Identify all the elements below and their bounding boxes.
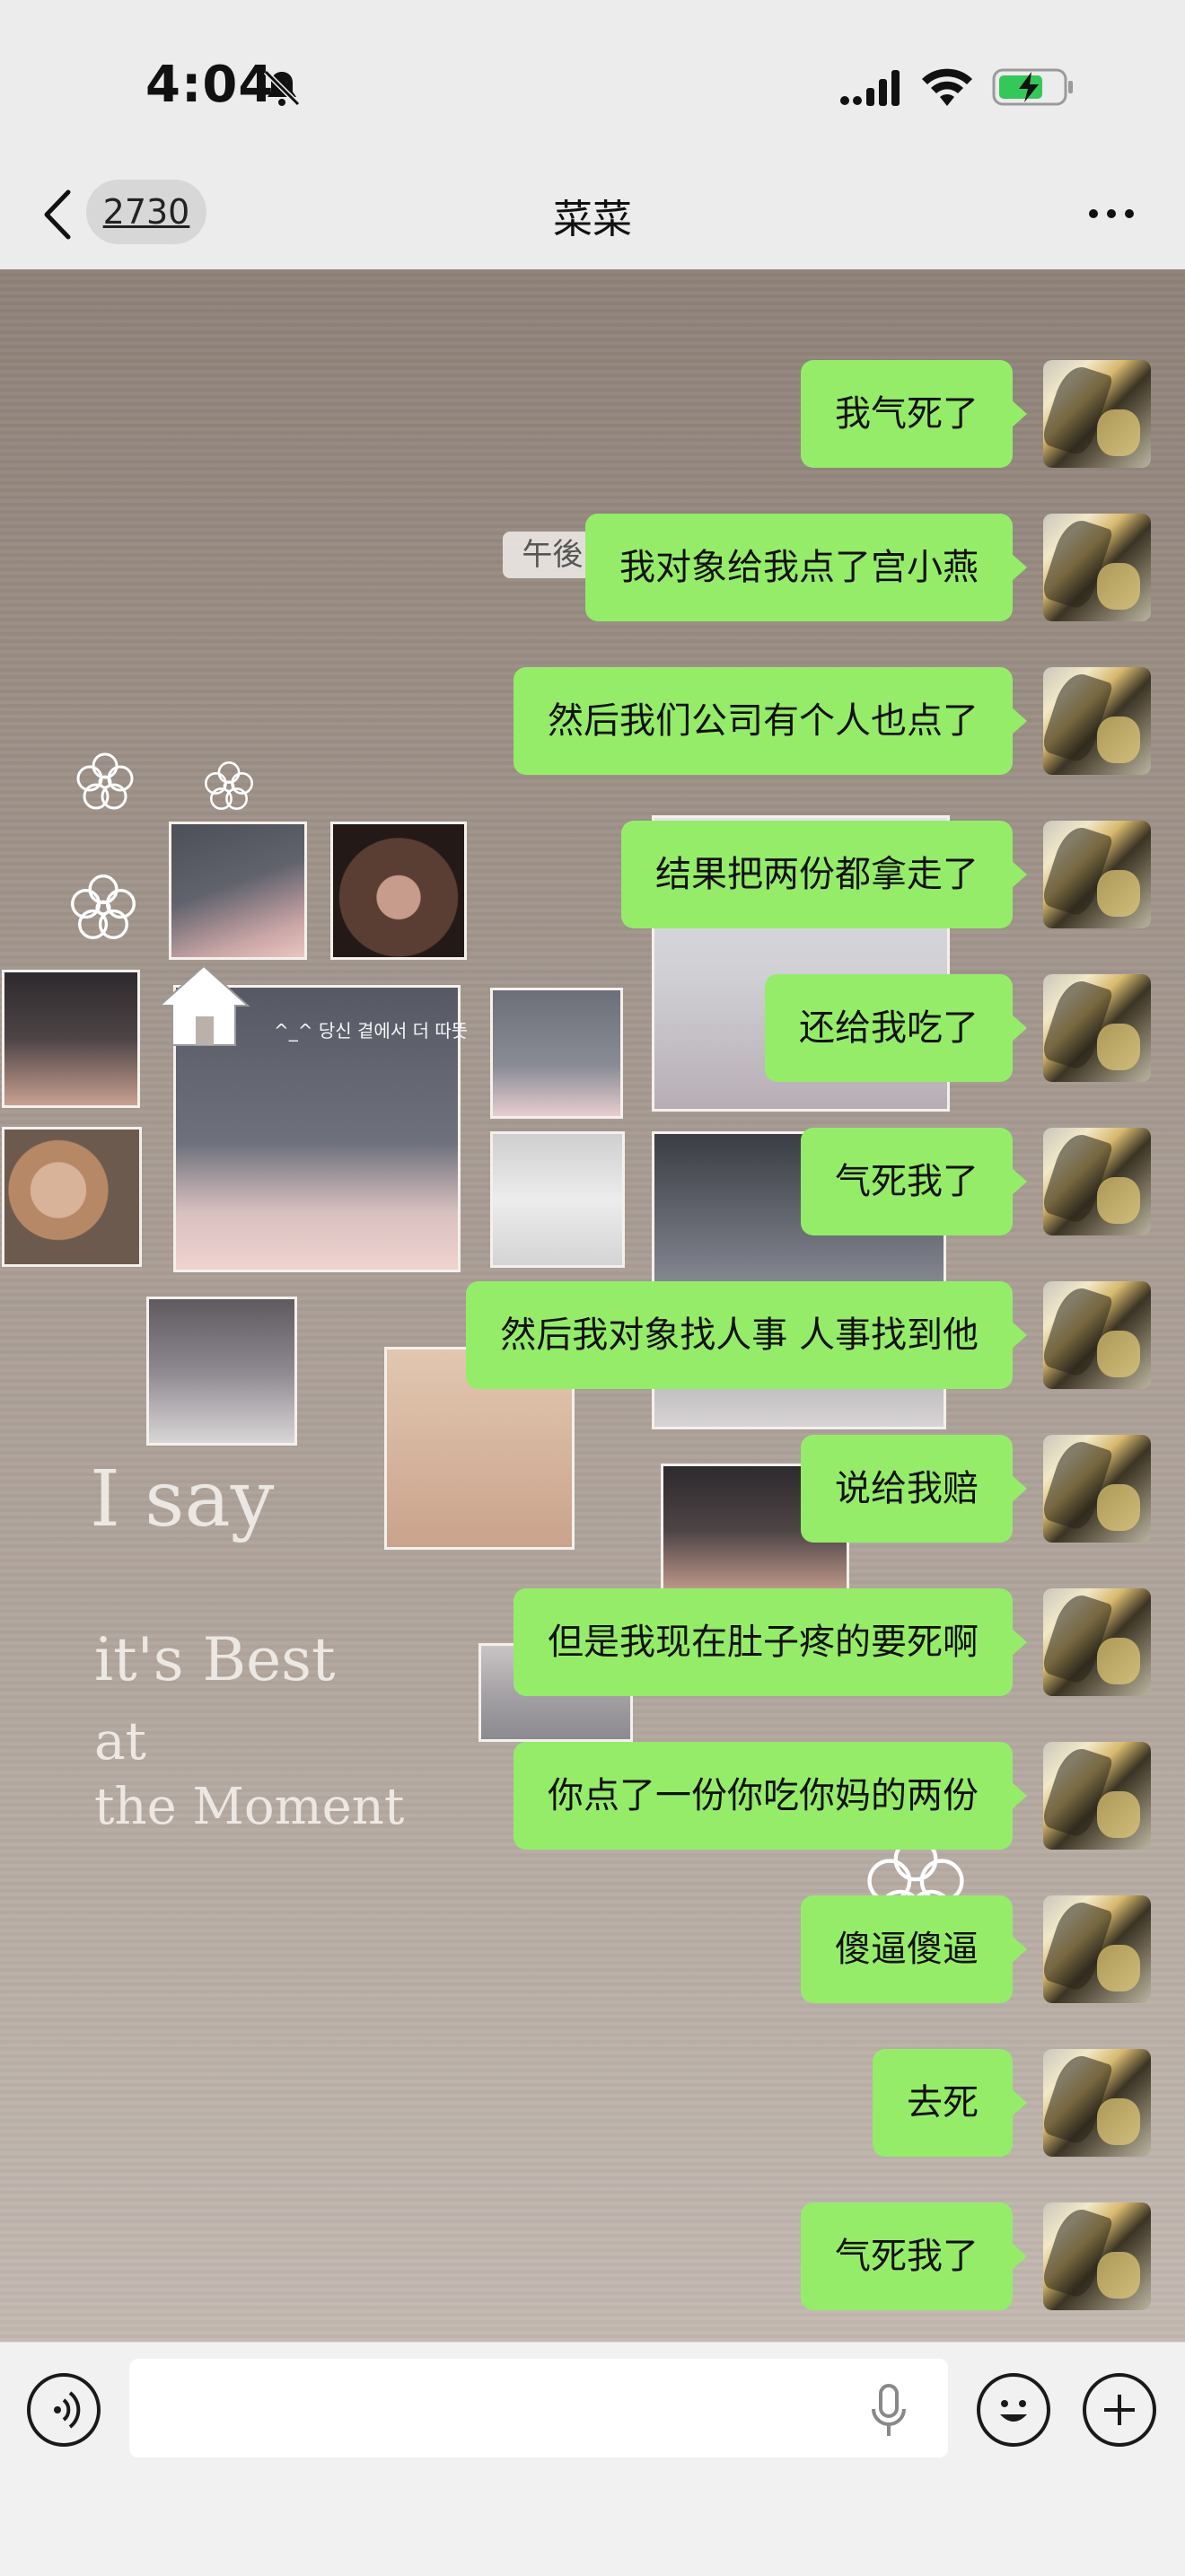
message-row: 去死 [0, 2049, 1185, 2157]
chat-area[interactable]: ^_^ 당신 곁에서 더 따뜻 I say it's Best at the M… [0, 269, 1185, 2342]
avatar[interactable] [1043, 360, 1151, 468]
message-row: 但是我现在肚子疼的要死啊 [0, 1588, 1185, 1696]
avatar[interactable] [1043, 2202, 1151, 2310]
message-bubble[interactable]: 说给我赔 [801, 1435, 1027, 1543]
chat-title: 菜菜 [553, 197, 632, 242]
avatar[interactable] [1043, 667, 1151, 775]
avatar[interactable] [1043, 821, 1151, 928]
message-row: 我气死了 [0, 360, 1185, 468]
battery-charging-icon [992, 68, 1073, 106]
avatar[interactable] [1043, 1281, 1151, 1389]
message-bubble[interactable]: 气死我了 [801, 1128, 1027, 1235]
message-bubble[interactable]: 还给我吃了 [765, 974, 1027, 1082]
plus-icon[interactable] [1083, 2373, 1156, 2447]
avatar[interactable] [1043, 1742, 1151, 1850]
more-dots-icon[interactable] [1086, 205, 1137, 223]
status-bar: 4:04 [0, 0, 1185, 171]
message-row: 还给我吃了 [0, 974, 1185, 1082]
message-bubble[interactable]: 去死 [873, 2049, 1027, 2157]
message-row: 傻逼傻逼 [0, 1895, 1185, 2003]
bell-mute-icon [263, 69, 301, 107]
voice-mode-icon[interactable] [27, 2373, 101, 2447]
avatar[interactable] [1043, 1588, 1151, 1696]
message-bubble[interactable]: 气死我了 [801, 2202, 1027, 2310]
message-row: 我对象给我点了宫小燕 [0, 514, 1185, 621]
message-row: 然后我对象找人事 人事找到他 [0, 1281, 1185, 1389]
message-bubble[interactable]: 傻逼傻逼 [801, 1895, 1027, 2003]
message-bubble[interactable]: 结果把两份都拿走了 [621, 821, 1027, 928]
avatar[interactable] [1043, 974, 1151, 1082]
message-bubble[interactable]: 然后我们公司有个人也点了 [514, 667, 1027, 775]
cellular-signal-icon [840, 70, 900, 106]
status-time: 4:04 [145, 56, 275, 114]
message-bubble[interactable]: 你点了一份你吃你妈的两份 [514, 1742, 1027, 1850]
message-bubble[interactable]: 然后我对象找人事 人事找到他 [466, 1281, 1027, 1389]
message-row: 你点了一份你吃你妈的两份 [0, 1742, 1185, 1850]
message-bubble[interactable]: 我气死了 [801, 360, 1027, 468]
microphone-icon[interactable] [865, 2382, 912, 2440]
message-row: 气死我了 [0, 1128, 1185, 1235]
emoji-icon[interactable] [977, 2373, 1050, 2447]
message-row: 结果把两份都拿走了 [0, 821, 1185, 928]
message-row: 说给我赔 [0, 1435, 1185, 1543]
avatar[interactable] [1043, 1895, 1151, 2003]
message-row: 气死我了 [0, 2202, 1185, 2310]
message-bubble[interactable]: 我对象给我点了宫小燕 [585, 514, 1027, 621]
chat-header: 2730 菜菜 [0, 171, 1185, 269]
wifi-icon [922, 68, 972, 106]
avatar[interactable] [1043, 1435, 1151, 1543]
message-input[interactable] [129, 2359, 948, 2457]
avatar[interactable] [1043, 1128, 1151, 1235]
avatar[interactable] [1043, 514, 1151, 621]
message-bubble[interactable]: 但是我现在肚子疼的要死啊 [514, 1588, 1027, 1696]
message-row: 然后我们公司有个人也点了 [0, 667, 1185, 775]
avatar[interactable] [1043, 2049, 1151, 2157]
input-bar [0, 2342, 1185, 2576]
